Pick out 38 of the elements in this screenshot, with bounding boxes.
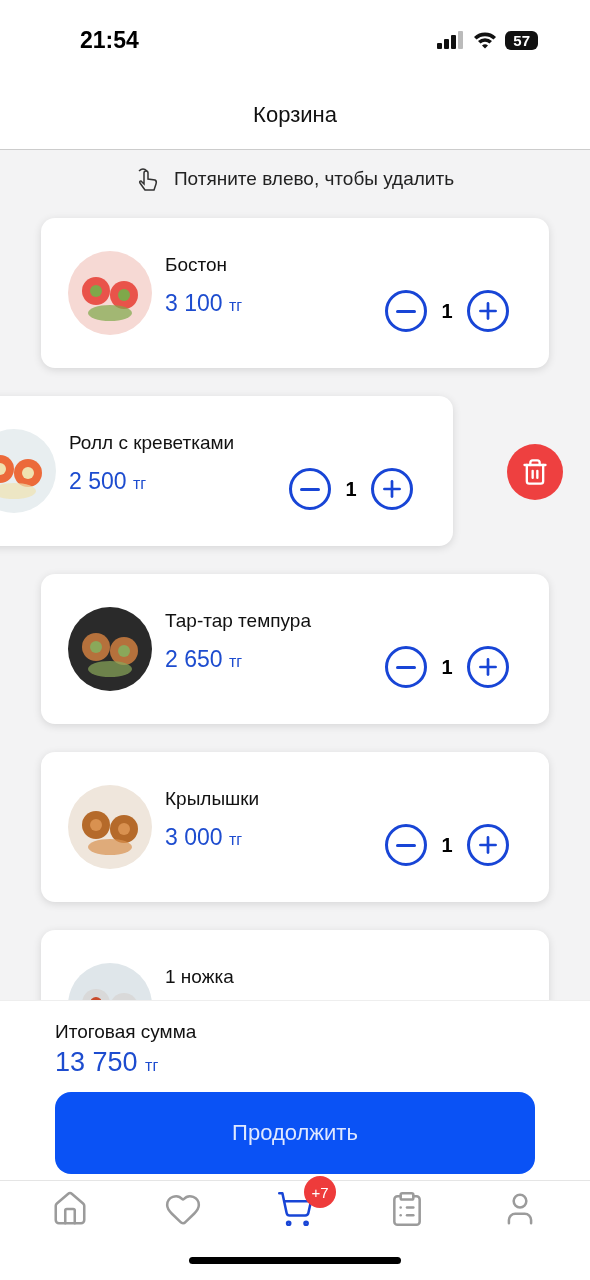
item-name: Тар-тар темпура xyxy=(165,610,312,632)
increase-button[interactable] xyxy=(467,290,509,332)
cart-count-badge: +7 xyxy=(303,1176,336,1208)
trash-icon xyxy=(521,458,549,486)
increase-button[interactable] xyxy=(371,468,413,510)
item-name: Ролл с креветками xyxy=(69,432,236,454)
item-price: 2 500 тг xyxy=(69,468,148,495)
cart-icon xyxy=(275,1190,314,1228)
swipe-hint: Потяните влево, чтобы удалить xyxy=(173,168,455,190)
minus-icon xyxy=(396,843,416,847)
minus-icon xyxy=(396,309,416,313)
item-name: Крылышки xyxy=(165,788,261,810)
signal-icon xyxy=(437,31,466,49)
decrease-button[interactable] xyxy=(289,468,331,510)
item-quantity: 1 xyxy=(440,655,454,679)
total-amount: 13 750 тг xyxy=(55,1047,160,1078)
increase-button[interactable] xyxy=(467,824,509,866)
decrease-button[interactable] xyxy=(385,646,427,688)
item-name: Бостон xyxy=(165,254,229,276)
decrease-button[interactable] xyxy=(385,824,427,866)
page-title: Корзина xyxy=(253,101,337,128)
item-name: 1 ножка xyxy=(165,966,235,988)
total-label: Итоговая сумма xyxy=(55,1021,198,1043)
battery-icon: 57 xyxy=(505,30,538,50)
decrease-button[interactable] xyxy=(385,290,427,332)
minus-icon xyxy=(396,665,416,669)
continue-button[interactable]: Продолжить xyxy=(55,1092,535,1174)
status-time: 21:54 xyxy=(80,26,139,54)
minus-icon xyxy=(300,487,320,491)
item-quantity: 1 xyxy=(440,299,454,323)
item-price: 3 100 тг xyxy=(165,290,244,317)
item-quantity: 1 xyxy=(440,833,454,857)
item-price: 3 000 тг xyxy=(165,824,244,851)
item-quantity: 1 xyxy=(344,477,358,501)
increase-button[interactable] xyxy=(467,646,509,688)
wifi-icon xyxy=(473,31,498,49)
delete-button[interactable] xyxy=(507,444,563,500)
item-price: 2 650 тг xyxy=(165,646,244,673)
